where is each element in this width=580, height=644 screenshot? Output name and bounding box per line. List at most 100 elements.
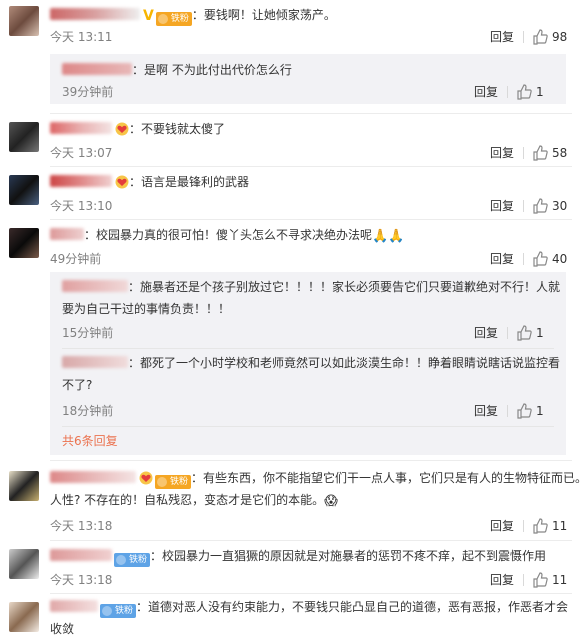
thumbs-up-icon bbox=[533, 572, 548, 588]
separator bbox=[507, 86, 508, 98]
comment-text-line: 铁粉 ：道德对恶人没有约束能力，不要钱只能凸显自己的道德，恶有恶报，作恶者才会 bbox=[50, 596, 572, 618]
more-replies-link[interactable]: 共6条回复 bbox=[62, 432, 118, 450]
reply-button[interactable]: 回复 bbox=[490, 571, 514, 589]
pray-emoji: 🙏🙏 bbox=[372, 229, 405, 244]
fan-badge: 铁粉 bbox=[114, 553, 151, 567]
vip-v-icon: V bbox=[143, 8, 154, 24]
separator bbox=[523, 31, 524, 43]
comment-text: ：语言是最锋利的武器 bbox=[129, 175, 250, 189]
reply-text-line: ：施暴者还是个孩子别放过它！！！！家长必须要告它们只要道歉绝对不行！人就 bbox=[62, 276, 560, 298]
username[interactable] bbox=[50, 549, 112, 561]
timestamp: 今天 13:10 bbox=[50, 199, 113, 213]
username[interactable] bbox=[50, 175, 112, 187]
comment: ：语言是最锋利的武器 今天 13:10 回复 30 bbox=[0, 167, 580, 219]
reply-box: ：施暴者还是个孩子别放过它！！！！家长必须要告它们只要道歉绝对不行！人就 要为自… bbox=[50, 272, 566, 455]
username[interactable] bbox=[62, 280, 128, 292]
avatar[interactable] bbox=[9, 6, 39, 36]
reply-meta: 15分钟前 回复 1 bbox=[62, 324, 556, 342]
username[interactable] bbox=[50, 228, 84, 240]
like-count: 98 bbox=[552, 30, 568, 44]
reply-text: ：是啊 不为此付出代价怎么行 bbox=[132, 63, 292, 77]
reply-button[interactable]: 回复 bbox=[474, 402, 498, 420]
comment-text: ：要钱啊！让她倾家荡产。 bbox=[191, 8, 336, 22]
reply-text-line: 要为自己干过的事情负责！！！ bbox=[62, 302, 231, 316]
comment: V 铁粉 ：要钱啊！让她倾家荡产。 今天 13:11 回复 98 ：是啊 不为此付出… bbox=[0, 0, 580, 112]
username[interactable] bbox=[50, 471, 136, 483]
comment-text: 人性? 不存在的！自私残忍，变态才是它们的本能。 bbox=[50, 493, 325, 507]
avatar[interactable] bbox=[9, 175, 39, 205]
username[interactable] bbox=[50, 8, 140, 20]
reply-button[interactable]: 回复 bbox=[490, 517, 514, 535]
timestamp: 49分钟前 bbox=[50, 252, 102, 266]
username[interactable] bbox=[50, 122, 112, 134]
reply-divider bbox=[62, 348, 554, 349]
comment-text: ：不要钱就太傻了 bbox=[129, 122, 226, 136]
comment-meta: 今天 13:07 回复 58 bbox=[50, 144, 572, 162]
fan-badge: 铁粉 bbox=[155, 475, 192, 489]
username[interactable] bbox=[62, 63, 132, 75]
thumbs-up-icon bbox=[517, 325, 532, 341]
comment: ：校园暴力真的很可怕！傻丫头怎么不寻求决绝办法呢🙏🙏 49分钟前 回复 40 ：… bbox=[0, 220, 580, 460]
fan-badge: 铁粉 bbox=[155, 12, 192, 26]
scream-emoji: 😱 bbox=[324, 494, 338, 509]
reply-text-line: 不了? bbox=[62, 378, 93, 392]
reply-item: ：都死了一个小时学校和老师竟然可以如此淡漠生命！！睁着眼睛说瞎话说监控看 不了?… bbox=[62, 352, 560, 419]
username[interactable] bbox=[62, 356, 128, 368]
comment-text-line: 人性? 不存在的！自私残忍，变态才是它们的本能。😱 bbox=[50, 489, 572, 513]
comment: ：不要钱就太傻了 今天 13:07 回复 58 bbox=[0, 114, 580, 166]
comment-text-line: ：校园暴力真的很可怕！傻丫头怎么不寻求决绝办法呢🙏🙏 bbox=[50, 224, 572, 248]
like-count: 58 bbox=[552, 146, 568, 160]
like-count: 40 bbox=[552, 252, 568, 266]
reply-item: ：施暴者还是个孩子别放过它！！！！家长必须要告它们只要道歉绝对不行！人就 要为自… bbox=[62, 276, 560, 341]
fan-badge-label: 铁粉 bbox=[170, 14, 189, 24]
comment-text-line: ：不要钱就太傻了 bbox=[50, 118, 572, 140]
fan-badge-icon bbox=[157, 14, 168, 24]
separator bbox=[507, 405, 508, 417]
comment: 铁粉 ：道德对恶人没有约束能力，不要钱只能凸显自己的道德，恶有恶报，作恶者才会 收… bbox=[0, 594, 580, 644]
username[interactable] bbox=[50, 600, 98, 612]
reply-text: ：都死了一个小时学校和老师竟然可以如此淡漠生命！！睁着眼睛说瞎话说监控看 bbox=[128, 356, 561, 370]
comment-text: ：校园暴力真的很可怕！傻丫头怎么不寻求决绝办法呢 bbox=[84, 228, 373, 242]
heart-badge-icon bbox=[139, 470, 153, 485]
timestamp: 15分钟前 bbox=[62, 326, 114, 340]
reply-button[interactable]: 回复 bbox=[490, 144, 514, 162]
like-count: 11 bbox=[552, 519, 568, 533]
comment: 铁粉 ：校园暴力一直猖獗的原因就是对施暴者的惩罚不疼不痒，起不到震慑作用 今天 1… bbox=[0, 541, 580, 594]
reply-button[interactable]: 回复 bbox=[490, 250, 514, 268]
thumbs-up-icon bbox=[533, 145, 548, 161]
reply-button[interactable]: 回复 bbox=[490, 197, 514, 215]
fan-badge-icon bbox=[157, 477, 167, 487]
thumbs-up-icon bbox=[533, 251, 548, 267]
reply-divider bbox=[62, 426, 554, 427]
avatar[interactable] bbox=[9, 228, 39, 258]
timestamp: 今天 13:18 bbox=[50, 573, 113, 587]
reply-button[interactable]: 回复 bbox=[490, 28, 514, 46]
timestamp: 18分钟前 bbox=[62, 404, 114, 418]
avatar[interactable] bbox=[9, 471, 39, 501]
like-count: 30 bbox=[552, 199, 568, 213]
reply-box: ：是啊 不为此付出代价怎么行 39分钟前 回复 1 bbox=[50, 54, 566, 104]
fan-badge: 铁粉 bbox=[100, 604, 137, 618]
comment-text: ：道德对恶人没有约束能力，不要钱只能凸显自己的道德，恶有恶报，作恶者才会 bbox=[136, 600, 569, 614]
fan-badge-icon bbox=[116, 555, 126, 565]
reply-text-line: ：都死了一个小时学校和老师竟然可以如此淡漠生命！！睁着眼睛说瞎话说监控看 bbox=[62, 352, 560, 374]
reply-meta: 39分钟前 回复 1 bbox=[62, 83, 556, 101]
thumbs-up-icon bbox=[533, 29, 548, 45]
reply-button[interactable]: 回复 bbox=[474, 83, 498, 101]
avatar[interactable] bbox=[9, 122, 39, 152]
comment-text: ：校园暴力一直猖獗的原因就是对施暴者的惩罚不疼不痒，起不到震慑作用 bbox=[150, 549, 547, 563]
like-count: 11 bbox=[552, 573, 568, 587]
heart-badge-icon bbox=[115, 174, 129, 189]
comment-text: ：有些东西，你不能指望它们干一点人事，它们只是有人的生物特征而已。 bbox=[191, 471, 580, 485]
heart-badge-icon bbox=[115, 121, 129, 136]
reply-meta: 18分钟前 回复 1 bbox=[62, 402, 556, 420]
separator bbox=[523, 147, 524, 159]
reply-button[interactable]: 回复 bbox=[474, 324, 498, 342]
divider bbox=[50, 460, 572, 461]
comment-text-line: 铁粉 ：有些东西，你不能指望它们干一点人事，它们只是有人的生物特征而已。 bbox=[50, 467, 580, 489]
thumbs-up-icon bbox=[517, 84, 532, 100]
separator bbox=[507, 327, 508, 339]
avatar[interactable] bbox=[9, 602, 39, 632]
avatar[interactable] bbox=[9, 549, 39, 579]
thumbs-up-icon bbox=[533, 198, 548, 214]
